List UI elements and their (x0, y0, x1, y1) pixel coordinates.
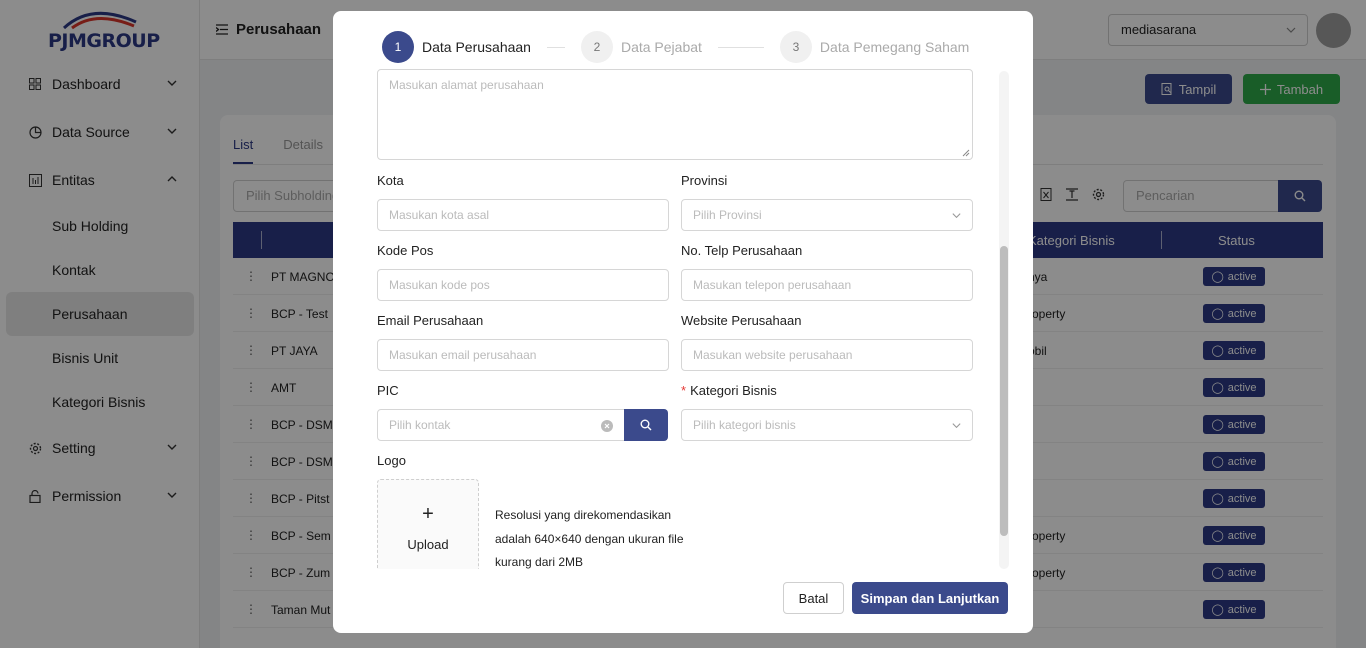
email-input[interactable]: Masukan email perusahaan (377, 339, 669, 371)
email-label: Email Perusahaan (377, 313, 484, 328)
clear-icon[interactable] (601, 420, 613, 432)
website-label: Website Perusahaan (681, 313, 802, 328)
kategori-placeholder: Pilih kategori bisnis (693, 418, 796, 432)
telp-label: No. Telp Perusahaan (681, 243, 803, 258)
plus-icon: + (422, 503, 434, 525)
pic-placeholder: Pilih kontak (389, 418, 451, 432)
step-label: Data Perusahaan (422, 39, 531, 55)
alamat-textarea[interactable]: Masukan alamat perusahaan (377, 69, 973, 160)
step-number: 3 (779, 31, 812, 63)
upload-label: Upload (407, 537, 449, 552)
step-label: Data Pemegang Saham (819, 39, 970, 55)
stepper: 1 Data Perusahaan 2 Data Pejabat 3 Data … (382, 31, 969, 63)
website-input[interactable]: Masukan website perusahaan (681, 339, 973, 371)
batal-button[interactable]: Batal (783, 582, 844, 614)
chevron-down-icon (952, 213, 961, 219)
chevron-down-icon (952, 423, 961, 429)
logo-upload[interactable]: + Upload (377, 479, 479, 569)
pic-label: PIC (377, 383, 399, 398)
step-data-perusahaan: 1 Data Perusahaan (382, 31, 531, 63)
alamat-placeholder: Masukan alamat perusahaan (389, 78, 544, 92)
step-connector (546, 46, 565, 48)
kota-label: Kota (377, 173, 404, 188)
step-number: 2 (580, 31, 613, 63)
kodepos-label: Kode Pos (377, 243, 434, 258)
pic-search-button[interactable] (624, 409, 668, 441)
logo-label: Logo (377, 453, 406, 468)
step-data-pejabat: 2 Data Pejabat (580, 31, 702, 63)
simpan-lanjutkan-button[interactable]: Simpan dan Lanjutkan (852, 582, 1008, 614)
create-company-modal: 1 Data Perusahaan 2 Data Pejabat 3 Data … (333, 11, 1033, 633)
required-mark: * (681, 383, 687, 398)
provinsi-select[interactable]: Pilih Provinsi (681, 199, 973, 231)
step-number: 1 (382, 31, 414, 63)
scrollbar-thumb[interactable] (1000, 246, 1008, 536)
search-icon (640, 419, 652, 431)
telp-input[interactable]: Masukan telepon perusahaan (681, 269, 973, 301)
step-connector (717, 46, 764, 48)
form-body[interactable]: Masukan alamat perusahaan Kota Masukan k… (333, 69, 1033, 569)
step-label: Data Pejabat (620, 39, 702, 55)
pic-select[interactable]: Pilih kontak (377, 409, 625, 441)
kategori-select[interactable]: Pilih kategori bisnis (681, 409, 973, 441)
kategori-label: * Kategori Bisnis (681, 383, 777, 398)
provinsi-placeholder: Pilih Provinsi (693, 208, 762, 222)
kota-input[interactable]: Masukan kota asal (377, 199, 669, 231)
kategori-label-text: Kategori Bisnis (690, 383, 777, 398)
kodepos-input[interactable]: Masukan kode pos (377, 269, 669, 301)
logo-hint: Resolusi yang direkomendasikan adalah 64… (495, 508, 684, 569)
provinsi-label: Provinsi (681, 173, 728, 188)
step-data-pemegang-saham: 3 Data Pemegang Saham (779, 31, 970, 63)
resize-grip-icon[interactable] (962, 149, 970, 157)
